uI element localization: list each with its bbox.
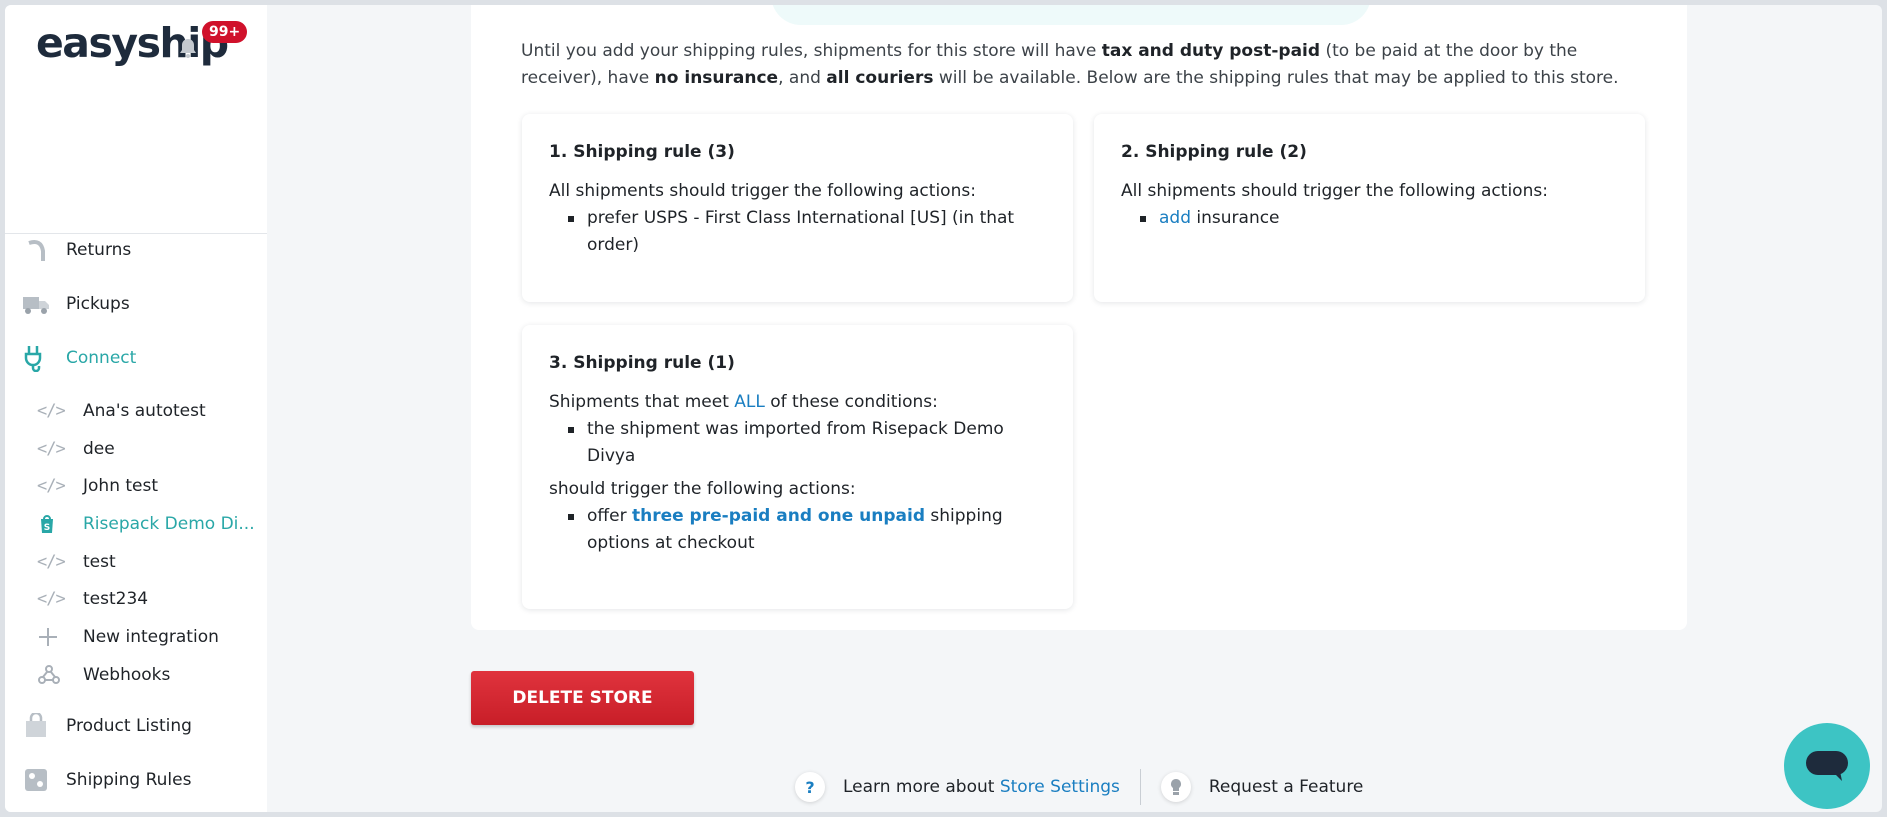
new-integration-button[interactable]: New integration bbox=[37, 622, 219, 652]
shipping-rule-card[interactable]: 3. Shipping rule (1) Shipments that meet… bbox=[522, 325, 1073, 609]
webhooks-label: Webhooks bbox=[83, 665, 171, 685]
intro-text: Until you add your shipping rules, shipm… bbox=[521, 41, 1102, 61]
footer-divider bbox=[1139, 769, 1141, 805]
condition-text: Shipments that meet bbox=[549, 392, 735, 412]
integration-item[interactable]: </> Ana's autotest bbox=[37, 396, 206, 426]
shipping-rules-intro: Until you add your shipping rules, shipm… bbox=[521, 38, 1641, 92]
svg-text:S: S bbox=[44, 523, 50, 533]
help-icon[interactable]: ? bbox=[795, 772, 825, 802]
sidebar-item-returns[interactable]: Returns bbox=[21, 232, 131, 268]
rule-actions: add insurance bbox=[1140, 205, 1618, 232]
rule-title: 2. Shipping rule (2) bbox=[1121, 142, 1307, 162]
shipping-rule-card[interactable]: 1. Shipping rule (3) All shipments shoul… bbox=[522, 114, 1073, 302]
sidebar-item-label: Product Listing bbox=[66, 716, 192, 736]
integration-item[interactable]: </> John test bbox=[37, 471, 158, 501]
integration-label: Risepack Demo Di... bbox=[83, 514, 255, 534]
footer: ? Learn more about Store Settings Reques… bbox=[795, 767, 1363, 807]
chat-button[interactable] bbox=[1784, 723, 1870, 809]
sidebar-item-label: Connect bbox=[66, 348, 137, 368]
rule-trigger: should trigger the following actions: bbox=[549, 479, 856, 499]
intro-text: will be available. Below are the shippin… bbox=[933, 68, 1619, 88]
integration-item-active[interactable]: S Risepack Demo Di... bbox=[37, 509, 255, 539]
rule-condition-heading: Shipments that meet ALL of these conditi… bbox=[549, 389, 1046, 416]
truck-icon bbox=[21, 289, 51, 319]
app-window: easyship 99+ Returns Pickups Connect </>… bbox=[5, 5, 1882, 812]
rule-action-text: offer bbox=[587, 506, 632, 526]
integration-label: test234 bbox=[83, 589, 149, 609]
lightbulb-icon[interactable] bbox=[1160, 772, 1191, 802]
integration-item[interactable]: </> dee bbox=[37, 434, 115, 464]
intro-text: , and bbox=[778, 68, 827, 88]
sidebar-item-product-listing[interactable]: Product Listing bbox=[21, 708, 192, 744]
plug-icon bbox=[21, 343, 51, 373]
shipping-rule-card[interactable]: 2. Shipping rule (2) All shipments shoul… bbox=[1094, 114, 1645, 302]
code-icon: </> bbox=[37, 476, 66, 496]
new-integration-label: New integration bbox=[83, 627, 219, 647]
plus-icon bbox=[37, 626, 73, 648]
rules-icon bbox=[21, 765, 51, 795]
code-icon: </> bbox=[37, 439, 66, 459]
intro-emphasis: tax and duty post-paid bbox=[1101, 41, 1321, 61]
intro-emphasis: no insurance bbox=[654, 68, 779, 88]
rule-action-text: insurance bbox=[1191, 208, 1280, 228]
add-insurance-link[interactable]: add bbox=[1159, 208, 1191, 228]
sidebar-item-label: Pickups bbox=[66, 294, 130, 314]
rule-action: prefer USPS - First Class International … bbox=[568, 205, 1046, 259]
returns-icon bbox=[21, 235, 51, 265]
chat-icon bbox=[1806, 751, 1848, 781]
rule-trigger: All shipments should trigger the followi… bbox=[549, 181, 976, 201]
rule-action: offer three pre-paid and one unpaid ship… bbox=[568, 503, 1046, 557]
request-feature-link[interactable]: Request a Feature bbox=[1209, 777, 1364, 797]
integration-label: dee bbox=[83, 439, 115, 459]
delete-store-button[interactable]: DELETE STORE bbox=[471, 671, 694, 725]
code-icon: </> bbox=[37, 401, 66, 421]
integration-item[interactable]: </> test234 bbox=[37, 584, 148, 614]
condition-text: of these conditions: bbox=[764, 392, 938, 412]
shopify-icon: S bbox=[37, 513, 73, 535]
integration-label: John test bbox=[83, 476, 159, 496]
integration-label: Ana's autotest bbox=[83, 401, 206, 421]
rule-action: add insurance bbox=[1140, 205, 1618, 232]
sidebar-item-pickups[interactable]: Pickups bbox=[21, 286, 130, 322]
sidebar-item-label: Returns bbox=[66, 240, 132, 260]
rule-title: 1. Shipping rule (3) bbox=[549, 142, 735, 162]
rule-condition: the shipment was imported from Risepack … bbox=[568, 416, 1046, 470]
learn-more-text: Learn more about bbox=[843, 777, 1000, 797]
store-settings-link[interactable]: Store Settings bbox=[1000, 777, 1120, 797]
integration-item[interactable]: </> test bbox=[37, 547, 116, 577]
header-tint bbox=[771, 5, 1371, 25]
sidebar-item-shipping-rules[interactable]: Shipping Rules bbox=[21, 762, 191, 798]
rule-actions: offer three pre-paid and one unpaid ship… bbox=[568, 503, 1046, 557]
store-settings-card: Until you add your shipping rules, shipm… bbox=[471, 5, 1687, 630]
webhook-icon bbox=[37, 664, 73, 686]
code-icon: </> bbox=[37, 589, 66, 609]
sidebar-item-label: Shipping Rules bbox=[66, 770, 192, 790]
rule-actions: prefer USPS - First Class International … bbox=[568, 205, 1046, 259]
integration-label: test bbox=[83, 552, 116, 572]
rule-trigger: All shipments should trigger the followi… bbox=[1121, 181, 1548, 201]
webhooks-item[interactable]: Webhooks bbox=[37, 660, 170, 690]
all-conditions-link[interactable]: ALL bbox=[734, 392, 765, 412]
shipping-options-link[interactable]: three pre-paid and one unpaid bbox=[632, 506, 925, 526]
sidebar-item-connect[interactable]: Connect bbox=[21, 340, 136, 376]
notification-badge[interactable]: 99+ bbox=[202, 21, 248, 43]
code-icon: </> bbox=[37, 552, 66, 572]
bell-icon[interactable] bbox=[177, 37, 199, 59]
intro-emphasis: all couriers bbox=[826, 68, 934, 88]
rule-conditions: the shipment was imported from Risepack … bbox=[568, 416, 1046, 470]
rule-title: 3. Shipping rule (1) bbox=[549, 353, 735, 373]
bag-icon bbox=[21, 711, 51, 741]
sidebar: easyship 99+ Returns Pickups Connect </>… bbox=[5, 5, 267, 812]
